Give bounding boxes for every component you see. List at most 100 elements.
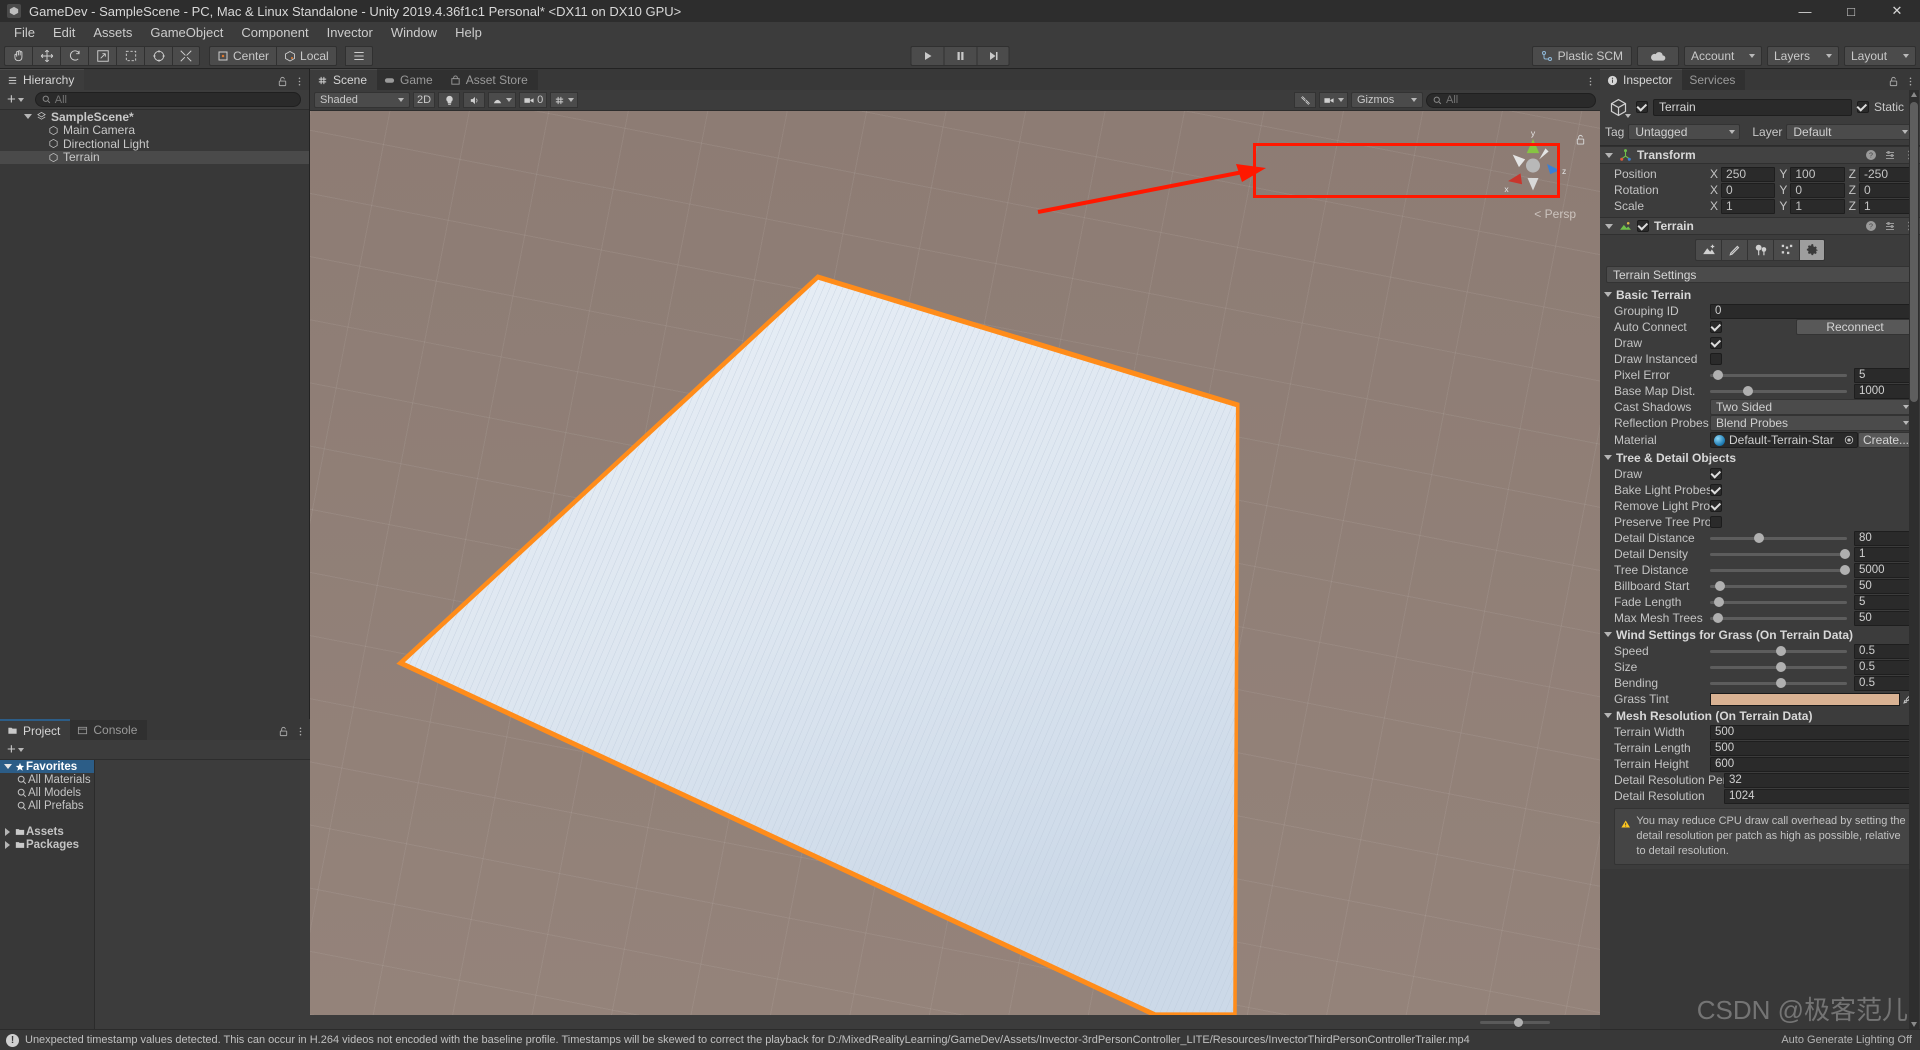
move-tool-button[interactable] <box>32 45 60 66</box>
rotation-z-input[interactable]: 0 <box>1859 182 1914 198</box>
tree-distance-input[interactable]: 5000 <box>1854 562 1914 578</box>
tab-console[interactable]: Console <box>70 719 148 740</box>
project-item-assets[interactable]: Assets <box>0 825 94 838</box>
step-button[interactable] <box>976 45 1010 66</box>
account-dropdown[interactable]: Account <box>1684 45 1762 66</box>
position-z-input[interactable]: -250 <box>1859 166 1914 182</box>
menu-item-help[interactable]: Help <box>446 22 491 43</box>
tag-dropdown[interactable]: Untagged <box>1628 124 1741 140</box>
slider-knob[interactable] <box>1753 533 1764 543</box>
pivot-mode-button[interactable]: Center <box>209 45 277 66</box>
collapse-triangle-icon[interactable] <box>1605 152 1613 158</box>
hierarchy-create-button[interactable]: + <box>4 91 27 108</box>
panel-menu-icon[interactable] <box>1905 76 1916 87</box>
terrain-component-header[interactable]: Terrain ? <box>1600 217 1920 235</box>
menu-item-component[interactable]: Component <box>232 22 317 43</box>
project-item-all-prefabs[interactable]: All Prefabs <box>0 799 94 812</box>
rect-tool-button[interactable] <box>116 45 144 66</box>
project-item-all-materials[interactable]: All Materials <box>0 773 94 786</box>
minimize-button[interactable]: — <box>1782 0 1828 22</box>
cloud-button[interactable] <box>1637 45 1679 66</box>
scale-y-input[interactable]: 1 <box>1790 198 1845 214</box>
maximize-button[interactable]: □ <box>1828 0 1874 22</box>
slider-knob[interactable] <box>1775 678 1786 688</box>
expand-arrow-icon[interactable] <box>22 114 34 120</box>
lock-icon[interactable] <box>278 726 289 737</box>
detail-resolution-per-patch-input[interactable]: 32 <box>1724 772 1914 788</box>
tree-draw-checkbox[interactable] <box>1710 468 1722 480</box>
tab-game[interactable]: Game <box>377 69 443 90</box>
draw-checkbox[interactable] <box>1710 337 1722 349</box>
reconnect-button[interactable]: Reconnect <box>1796 319 1914 335</box>
scene-viewport[interactable]: y z x < Persp <box>310 111 1600 1015</box>
menu-item-invector[interactable]: Invector <box>318 22 382 43</box>
scene-camera-settings-button[interactable] <box>1319 92 1348 108</box>
scroll-up-arrow-icon[interactable] <box>1910 92 1917 97</box>
billboard-start-slider[interactable] <box>1710 581 1847 591</box>
cast-shadows-dropdown[interactable]: Two Sided <box>1710 399 1914 415</box>
layers-dropdown[interactable]: Layers <box>1767 45 1839 66</box>
bake-light-probes-checkbox[interactable] <box>1710 484 1722 496</box>
wind-size-slider[interactable] <box>1710 662 1847 672</box>
slider-knob[interactable] <box>1712 613 1723 623</box>
preset-icon[interactable] <box>1884 220 1896 232</box>
toggle-2d-button[interactable]: 2D <box>413 92 436 108</box>
detail-density-slider[interactable] <box>1710 549 1851 559</box>
slider-knob[interactable] <box>1714 597 1725 607</box>
object-name-input[interactable]: Terrain <box>1653 98 1852 116</box>
tab-scene[interactable]: Scene <box>310 69 378 90</box>
menu-item-window[interactable]: Window <box>382 22 446 43</box>
slider-knob[interactable] <box>1513 1017 1523 1027</box>
auto-generate-lighting-label[interactable]: Auto Generate Lighting Off <box>1781 1034 1912 1046</box>
terrain-enabled-checkbox[interactable] <box>1637 220 1649 232</box>
material-object-field[interactable]: Default-Terrain-Star <box>1710 432 1858 448</box>
layer-dropdown[interactable]: Default <box>1786 124 1913 140</box>
fade-length-slider[interactable] <box>1710 597 1847 607</box>
paint-texture-icon[interactable] <box>1721 239 1747 261</box>
scale-tool-button[interactable] <box>88 45 116 66</box>
terrain-settings-header[interactable]: Terrain Settings <box>1606 266 1914 283</box>
detail-resolution-input[interactable]: 1024 <box>1724 788 1914 804</box>
panel-menu-icon[interactable] <box>294 76 305 87</box>
paint-details-icon[interactable] <box>1773 239 1799 261</box>
panel-menu-icon[interactable] <box>1585 76 1596 87</box>
terrain-width-input[interactable]: 500 <box>1710 724 1914 740</box>
project-item-favorites[interactable]: Favorites <box>0 760 94 773</box>
fx-toggle-button[interactable] <box>488 92 517 108</box>
slider-knob[interactable] <box>1840 549 1851 559</box>
hierarchy-item-directional-light[interactable]: Directional Light <box>0 137 309 151</box>
wind-size-input[interactable]: 0.5 <box>1854 659 1914 675</box>
scene-zoom-slider[interactable] <box>1480 1017 1550 1027</box>
play-button[interactable] <box>910 45 944 66</box>
static-checkbox[interactable] <box>1856 101 1869 113</box>
object-picker-icon[interactable] <box>1844 435 1854 445</box>
paint-trees-icon[interactable] <box>1747 239 1773 261</box>
scene-camera-button[interactable]: 0 <box>519 92 548 108</box>
transform-component-header[interactable]: Transform ? <box>1600 146 1920 164</box>
custom-tool-button[interactable] <box>172 45 200 66</box>
scrollbar-thumb[interactable] <box>1910 102 1918 402</box>
draw-instanced-checkbox[interactable] <box>1710 353 1722 365</box>
terrain-height-input[interactable]: 600 <box>1710 756 1914 772</box>
wind-settings-section-header[interactable]: Wind Settings for Grass (On Terrain Data… <box>1600 626 1920 643</box>
panel-menu-icon[interactable] <box>295 726 306 737</box>
detail-density-input[interactable]: 1 <box>1854 546 1914 562</box>
create-material-button[interactable]: Create... <box>1858 432 1914 448</box>
scene-search-input[interactable]: All <box>1426 92 1596 108</box>
plastic-scm-button[interactable]: Plastic SCM <box>1531 45 1632 66</box>
tab-asset-store[interactable]: Asset Store <box>442 69 538 90</box>
reflection-probes-dropdown[interactable]: Blend Probes <box>1710 415 1914 431</box>
collapse-arrow-icon[interactable] <box>2 827 13 836</box>
position-x-input[interactable]: 250 <box>1721 166 1776 182</box>
max-mesh-trees-slider[interactable] <box>1710 613 1847 623</box>
expand-arrow-icon[interactable] <box>2 764 13 769</box>
object-enabled-checkbox[interactable] <box>1636 101 1648 113</box>
scene-settings-button[interactable] <box>1294 92 1316 108</box>
scene-projection-label[interactable]: < Persp <box>1534 207 1576 221</box>
project-item-packages[interactable]: Packages <box>0 838 94 851</box>
extra-tool-button[interactable] <box>344 45 373 66</box>
scene-lock-icon[interactable] <box>1575 133 1586 149</box>
grid-toggle-button[interactable] <box>550 92 579 108</box>
audio-toggle-button[interactable] <box>463 92 486 108</box>
project-content-area[interactable] <box>95 760 310 1029</box>
